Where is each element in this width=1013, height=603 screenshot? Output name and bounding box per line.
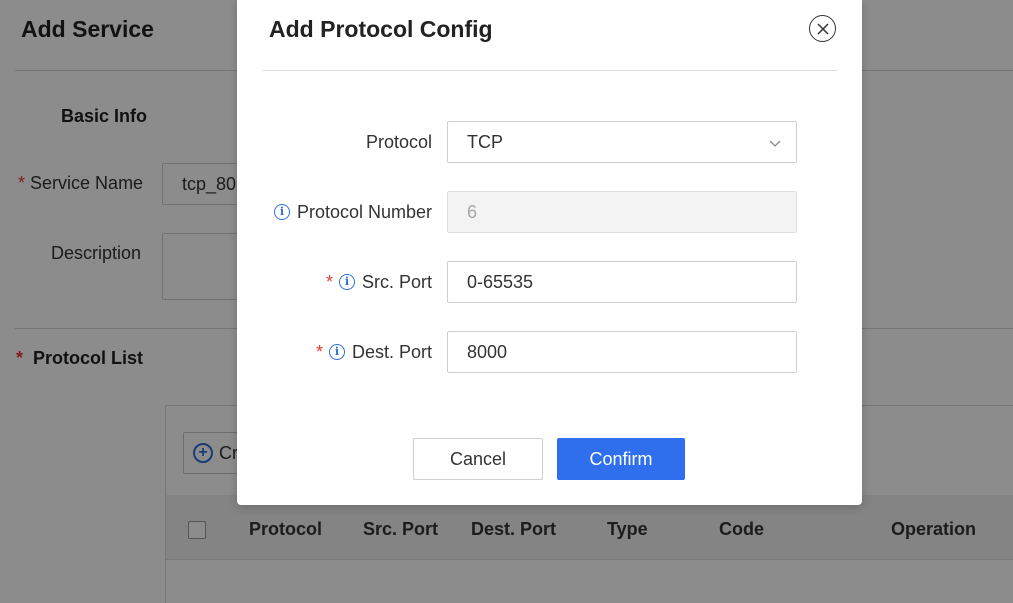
dest-port-label: * i Dest. Port [315, 341, 432, 362]
protocol-number-field: 6 [447, 191, 797, 233]
dialog-title: Add Protocol Config [269, 16, 493, 42]
confirm-button[interactable]: Confirm [557, 438, 685, 480]
src-port-input[interactable]: 0-65535 [447, 261, 797, 303]
dest-port-input[interactable]: 8000 [447, 331, 797, 373]
add-protocol-config-dialog: Add Protocol Config Protocol TCP i Proto… [237, 0, 862, 505]
src-port-label: * i Src. Port [325, 271, 432, 292]
protocol-number-label: i Protocol Number [273, 191, 432, 233]
close-icon [816, 22, 829, 35]
close-button[interactable] [809, 15, 836, 42]
dialog-divider [262, 70, 837, 71]
chevron-down-icon [769, 140, 781, 147]
required-mark: * [325, 271, 333, 292]
protocol-label: Protocol [365, 131, 432, 152]
cancel-button[interactable]: Cancel [413, 438, 543, 480]
info-icon: i [338, 274, 355, 290]
protocol-select[interactable]: TCP [447, 121, 797, 163]
info-icon: i [273, 204, 290, 220]
info-icon: i [328, 344, 345, 360]
required-mark: * [315, 341, 323, 362]
